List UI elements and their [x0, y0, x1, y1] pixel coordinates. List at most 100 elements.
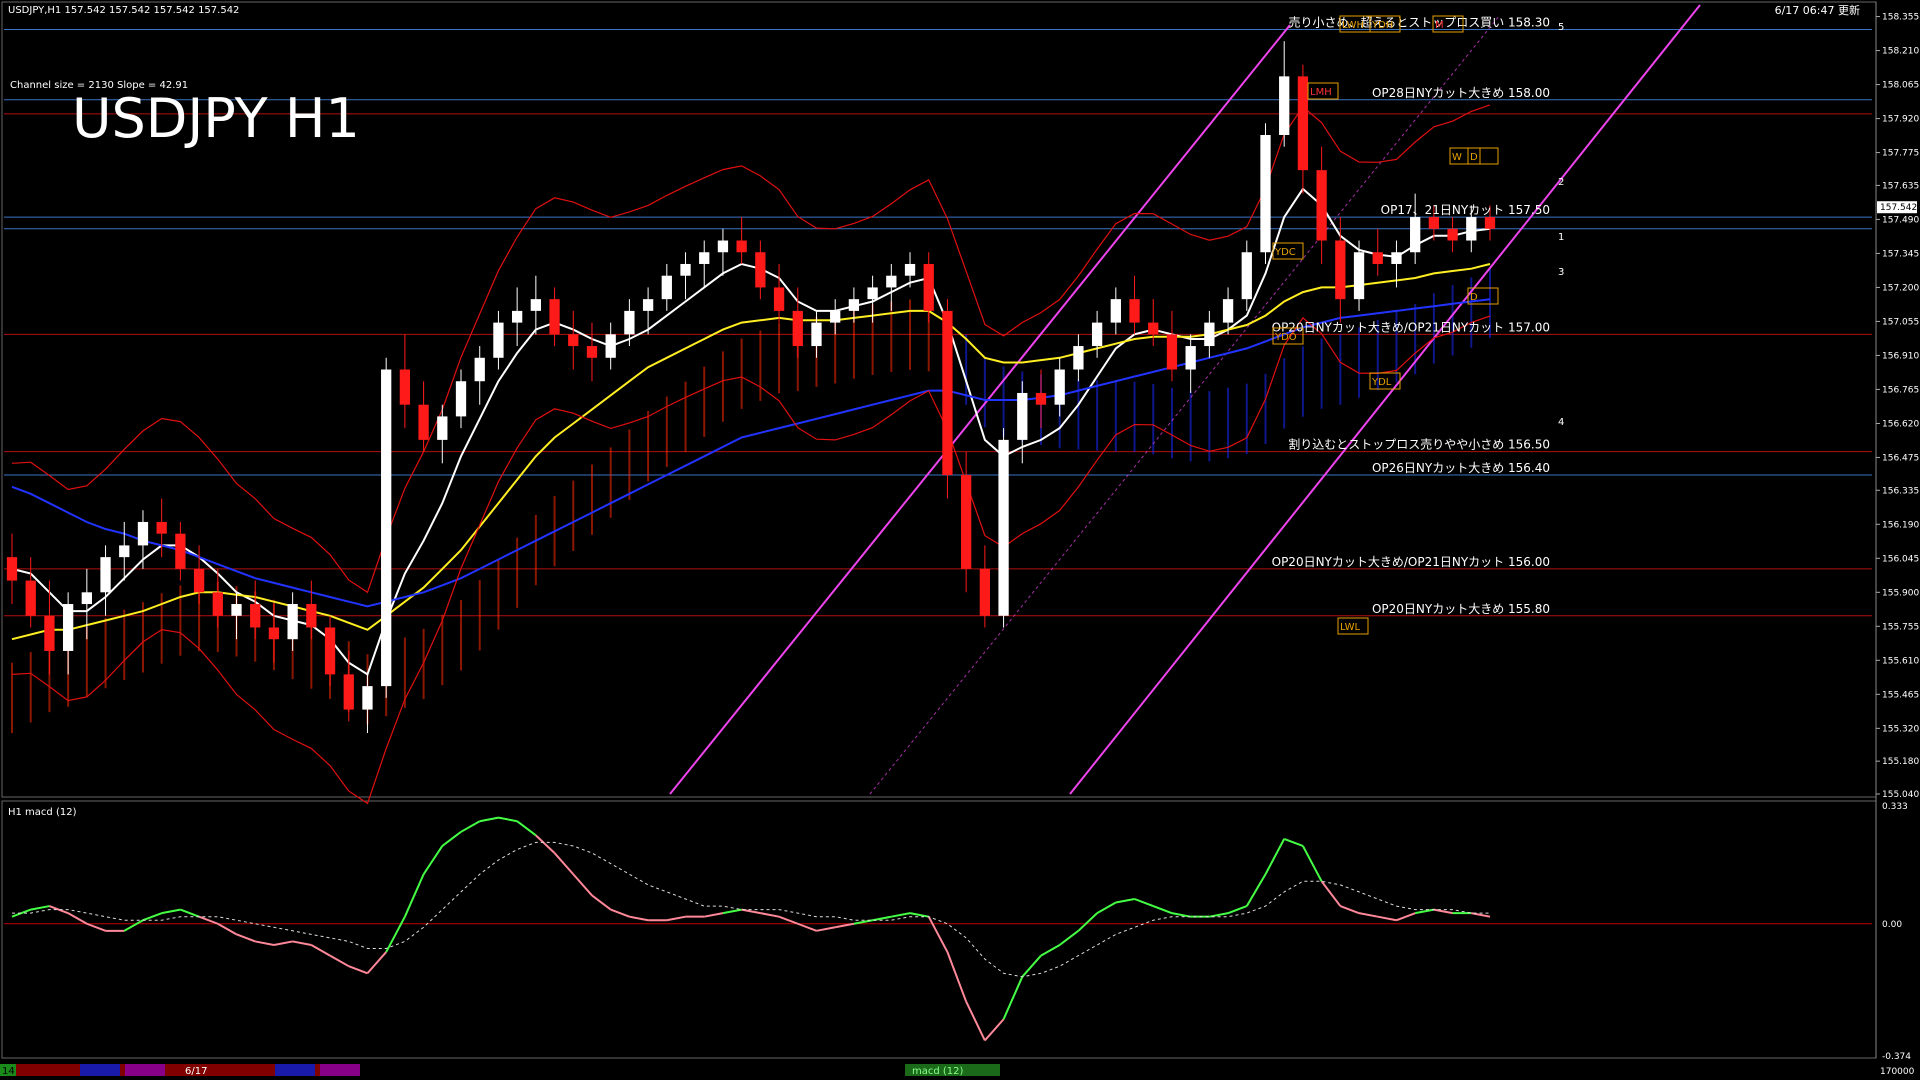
- candle-body: [605, 334, 616, 358]
- level-annotation: OP17、21日NYカット 157.50: [1381, 203, 1550, 217]
- level-box-label: LWH: [1342, 20, 1364, 31]
- candle-body: [119, 545, 130, 558]
- candle-body: [961, 475, 972, 569]
- candle-body: [81, 592, 92, 605]
- candle-body: [642, 299, 654, 311]
- candle-body: [736, 240, 747, 253]
- candle-body: [1279, 76, 1290, 135]
- level-annotation: OP28日NYカット大きめ 158.00: [1372, 86, 1550, 100]
- chart-svg[interactable]: 5 2 1 3 4 158.355 158.210 158.065 157.920 157.77…: [0, 0, 1920, 1080]
- candle-body: [586, 346, 598, 358]
- current-price-label: 157.542: [1880, 203, 1917, 213]
- macd-tick-label: 0.333: [1882, 802, 1908, 812]
- price-tick-label: 156.620: [1882, 419, 1919, 429]
- candle-body: [773, 287, 785, 311]
- candle-body: [1054, 369, 1065, 405]
- candle-body: [1466, 217, 1477, 241]
- level-box-label: LMH: [1310, 87, 1332, 98]
- level-box-label: M: [1435, 20, 1444, 31]
- candle-body: [474, 357, 485, 382]
- price-tick-label: 157.775: [1882, 149, 1919, 159]
- candle-body: [624, 310, 635, 335]
- level-box-label: YDH: [1371, 20, 1393, 31]
- candle-body: [511, 310, 523, 323]
- candle-body: [1073, 346, 1084, 370]
- channel-label: 4: [1558, 417, 1564, 428]
- price-tick-label: 156.765: [1882, 385, 1919, 395]
- candle-body: [25, 580, 36, 616]
- price-tick-label: 157.200: [1882, 283, 1919, 293]
- channel-label: 5: [1558, 22, 1564, 33]
- price-tick-label: 155.320: [1882, 724, 1919, 734]
- price-tick-label: 155.755: [1882, 622, 1919, 632]
- candle-body: [1428, 217, 1440, 229]
- channel-label: 3: [1558, 267, 1564, 278]
- candle-body: [848, 299, 860, 311]
- price-tick-label: 156.910: [1882, 351, 1919, 361]
- candle-body: [287, 604, 298, 640]
- candle-body: [942, 310, 953, 476]
- price-tick-label: 157.920: [1882, 115, 1919, 125]
- candle-body: [1129, 299, 1140, 323]
- candle-body: [1222, 299, 1234, 323]
- bottom-center-label: macd (12): [912, 1066, 964, 1077]
- candle-body: [1372, 252, 1383, 264]
- candle-body: [1185, 346, 1196, 370]
- candle-body: [493, 322, 504, 358]
- candle-body: [193, 568, 205, 593]
- candle-body: [1110, 299, 1121, 323]
- price-tick-label: 155.465: [1882, 690, 1919, 700]
- level-box-label: YDO: [1274, 332, 1297, 343]
- candle-body: [923, 263, 934, 311]
- candle-body: [549, 299, 560, 335]
- price-tick-label: 155.180: [1882, 757, 1919, 767]
- candle-body: [1148, 322, 1159, 335]
- candle-body: [1091, 322, 1103, 347]
- candle-body: [699, 252, 710, 264]
- candle-body: [1391, 252, 1402, 264]
- price-tick-label: 155.900: [1882, 588, 1919, 598]
- candle-body: [904, 263, 916, 276]
- price-tick-label: 157.490: [1882, 215, 1919, 225]
- price-tick-label: 156.335: [1882, 486, 1919, 496]
- candle-body: [343, 674, 354, 710]
- candle-body: [418, 404, 429, 440]
- candle-body: [6, 557, 18, 581]
- price-tick-label: 158.065: [1882, 81, 1919, 91]
- candle-body: [100, 557, 111, 593]
- candle-body: [998, 439, 1009, 616]
- candle-body: [811, 322, 822, 347]
- level-box-label: W: [1452, 152, 1462, 163]
- macd-tick-label: 0.00: [1882, 920, 1902, 930]
- price-tick-label: 157.055: [1882, 317, 1919, 327]
- candle-body: [1316, 170, 1327, 241]
- candle-body: [717, 240, 729, 253]
- candle-body: [886, 275, 897, 288]
- channel-label: 1: [1558, 232, 1564, 243]
- macd-label: H1 macd (12): [8, 807, 77, 818]
- candle-body: [1484, 217, 1496, 229]
- chart-root: 5 2 1 3 4 158.355 158.210 158.065 157.920 157.77…: [0, 0, 1920, 1080]
- candle-body: [680, 263, 691, 276]
- channel-label: 2: [1558, 177, 1564, 188]
- candle-body: [44, 615, 55, 651]
- candle-body: [530, 299, 541, 311]
- candle-body: [455, 381, 467, 417]
- candle-body: [399, 369, 411, 405]
- candle-body: [306, 604, 317, 628]
- candle-body: [1260, 134, 1271, 253]
- candle-body: [1204, 322, 1215, 347]
- price-tick-label: 156.475: [1882, 453, 1919, 463]
- candle-body: [156, 521, 167, 534]
- candle-body: [231, 604, 242, 616]
- candle-body: [568, 334, 579, 347]
- price-tick-label: 156.190: [1882, 520, 1919, 530]
- price-tick-label: 156.045: [1882, 554, 1919, 564]
- bottom-left-label: 14: [2, 1066, 15, 1077]
- candle-body: [268, 627, 280, 640]
- level-annotation: 割り込むとストップロス売りやや小さめ 156.50: [1288, 437, 1550, 452]
- candle-body: [792, 310, 803, 347]
- candle-body: [250, 604, 261, 628]
- candle-body: [755, 252, 766, 288]
- candle-body: [1447, 228, 1458, 241]
